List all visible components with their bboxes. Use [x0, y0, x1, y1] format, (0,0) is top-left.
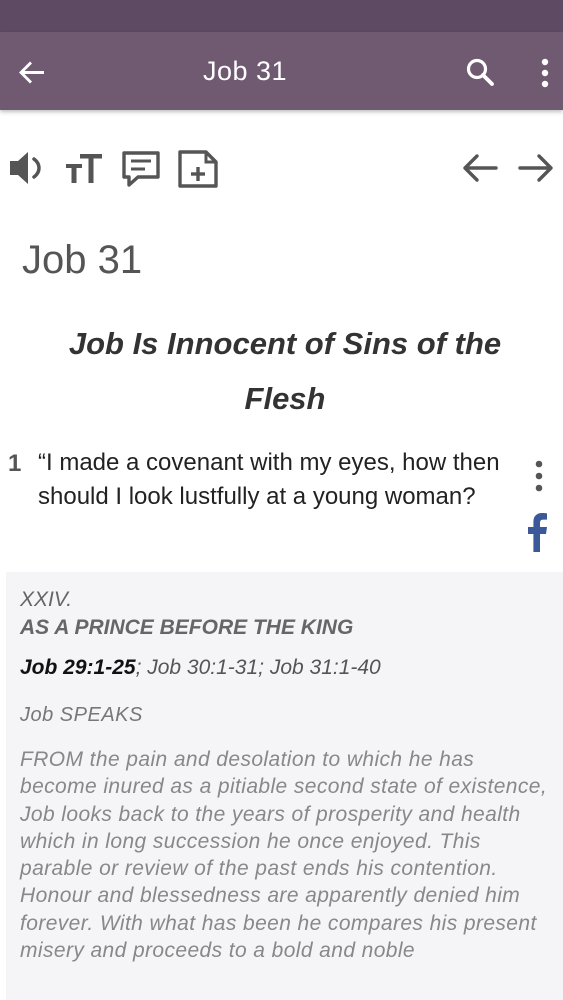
- search-icon[interactable]: [462, 54, 500, 92]
- chapter-title: Job 31: [22, 238, 143, 282]
- arrow-right-icon[interactable]: [516, 144, 556, 192]
- commentary-heading-number: XXIV.: [20, 588, 73, 611]
- add-note-icon[interactable]: [176, 144, 220, 192]
- reference-links-rest[interactable]: ; Job 30:1-31; Job 31:1-40: [136, 656, 381, 679]
- section-heading: Job Is Innocent of Sins of the Flesh: [68, 326, 502, 416]
- arrow-left-icon[interactable]: [460, 144, 500, 192]
- commentary-references: Job 29:1-25; Job 30:1-31; Job 31:1-40: [20, 656, 381, 680]
- comment-icon[interactable]: [120, 144, 162, 192]
- commentary-heading-title: AS A PRINCE BEFORE THE KING: [20, 616, 354, 639]
- commentary-speaker: Job SPEAKS: [20, 704, 143, 726]
- more-vert-icon[interactable]: [530, 54, 560, 92]
- reader-toolbar: [0, 140, 563, 196]
- verse-text[interactable]: “I made a covenant with my eyes, how the…: [38, 446, 518, 514]
- commentary-heading: XXIV. AS A PRINCE BEFORE THE KING: [20, 586, 353, 642]
- commentary-panel: XXIV. AS A PRINCE BEFORE THE KING Job 29…: [6, 572, 563, 1000]
- text-size-icon[interactable]: [64, 144, 106, 192]
- speaker-icon[interactable]: [6, 144, 48, 192]
- verse-number: 1: [8, 450, 22, 477]
- app-bar-title: Job 31: [202, 56, 288, 86]
- app-bar: Job 31: [0, 32, 563, 110]
- facebook-icon[interactable]: [524, 512, 550, 552]
- commentary-body: FROM the pain and desolation to which he…: [20, 748, 548, 963]
- reference-link-primary[interactable]: Job 29:1-25: [20, 656, 136, 679]
- status-bar: [0, 0, 563, 32]
- verse-1[interactable]: 1 “I made a covenant with my eyes, how t…: [0, 446, 563, 556]
- more-vert-icon[interactable]: [527, 458, 551, 494]
